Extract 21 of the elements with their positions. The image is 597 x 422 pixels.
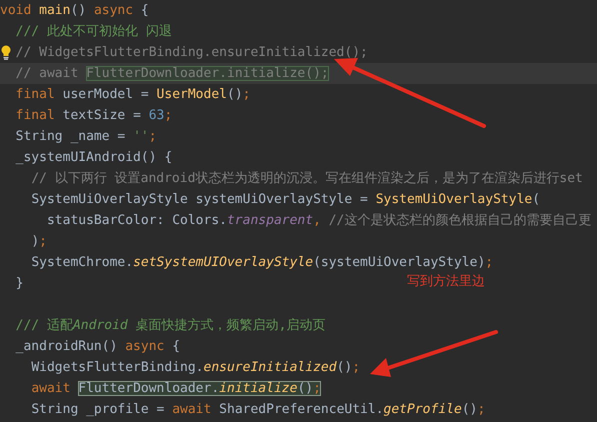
code-line: String _profile = await SharedPreferenceUtil.getProfile(); [31, 402, 486, 417]
code-line: SystemUiOverlayStyle systemUiOverlayStyle = SystemUiOverlayStyle( [31, 192, 540, 207]
code-line: /// 适配Android 桌面快捷方式，频繁启动,启动页 [16, 318, 326, 333]
code-line: final textSize = 63; [16, 108, 172, 123]
code-line: /// 此处不可初始化 闪退 [16, 24, 172, 39]
code-line: // 以下两行 设置android状态栏为透明的沉浸。写在组件渲染之后，是为了在渲染后进行set [31, 171, 583, 186]
code-line: // WidgetsFlutterBinding.ensureInitialized(); [16, 45, 368, 60]
code-line: // await FlutterDownloader.initialize(); [16, 66, 329, 81]
code-line: final userModel = UserModel(); [16, 87, 250, 102]
lightbulb-icon[interactable] [1, 45, 11, 60]
code-line: } [16, 276, 24, 291]
code-line: _systemUIAndroid() { [16, 150, 172, 165]
annotation-note: 写到方法里边 [407, 273, 485, 291]
code-line: _androidRun() async { [16, 339, 180, 354]
code-line: void main() async { [0, 3, 149, 18]
code-line: WidgetsFlutterBinding.ensureInitialized(); [31, 360, 360, 375]
code-line: String _name = ''; [16, 129, 157, 144]
code-line: SystemChrome.setSystemUIOverlayStyle(systemUiOverlayStyle); [31, 255, 494, 270]
code-line: await FlutterDownloader.initialize(); [31, 381, 321, 396]
code-line: statusBarColor: Colors.transparent, //这个是状态栏的颜色根据自己的需要自己更 [46, 213, 592, 228]
code-line: ); [31, 234, 47, 249]
